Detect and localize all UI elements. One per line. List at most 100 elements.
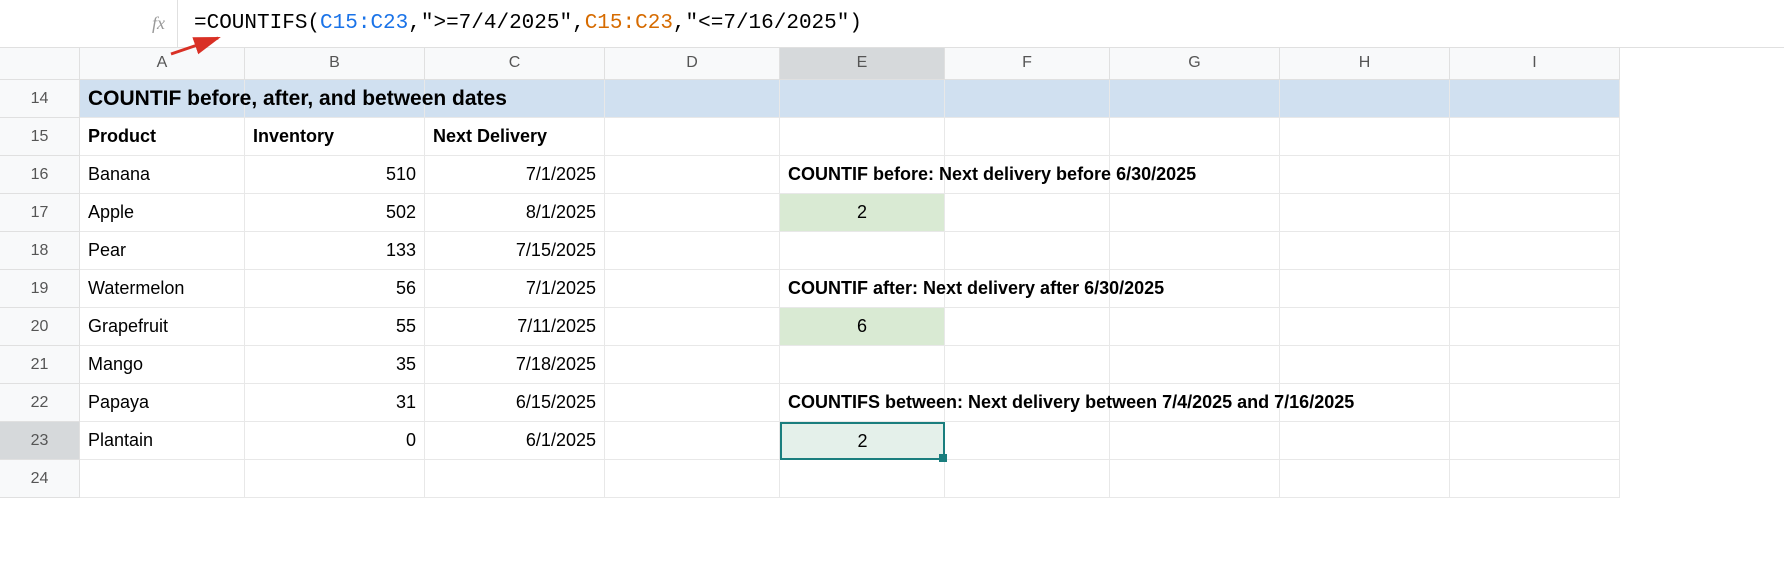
row-header-22[interactable]: 22 xyxy=(0,384,80,422)
cell-C24[interactable] xyxy=(425,460,605,498)
cell-F21[interactable] xyxy=(945,346,1110,384)
cell-I14[interactable] xyxy=(1450,80,1620,118)
col-header-G[interactable]: G xyxy=(1110,48,1280,80)
cell-I21[interactable] xyxy=(1450,346,1620,384)
cell-E17[interactable]: 2 xyxy=(780,194,945,232)
cell-E14[interactable] xyxy=(780,80,945,118)
row-header-17[interactable]: 17 xyxy=(0,194,80,232)
row-header-19[interactable]: 19 xyxy=(0,270,80,308)
cell-B18[interactable]: 133 xyxy=(245,232,425,270)
cell-A19[interactable]: Watermelon xyxy=(80,270,245,308)
row-header-14[interactable]: 14 xyxy=(0,80,80,118)
cell-H19[interactable] xyxy=(1280,270,1450,308)
row-header-23[interactable]: 23 xyxy=(0,422,80,460)
cell-F18[interactable] xyxy=(945,232,1110,270)
cell-F20[interactable] xyxy=(945,308,1110,346)
row-header-15[interactable]: 15 xyxy=(0,118,80,156)
cell-F24[interactable] xyxy=(945,460,1110,498)
cell-D14[interactable] xyxy=(605,80,780,118)
cell-A20[interactable]: Grapefruit xyxy=(80,308,245,346)
cell-A18[interactable]: Pear xyxy=(80,232,245,270)
cell-E15[interactable] xyxy=(780,118,945,156)
cell-C23[interactable]: 6/1/2025 xyxy=(425,422,605,460)
cell-A24[interactable] xyxy=(80,460,245,498)
cell-E18[interactable] xyxy=(780,232,945,270)
cell-B19[interactable]: 56 xyxy=(245,270,425,308)
col-header-A[interactable]: A xyxy=(80,48,245,80)
cell-F15[interactable] xyxy=(945,118,1110,156)
select-all-corner[interactable] xyxy=(0,48,80,80)
cell-E16[interactable]: COUNTIF before: Next delivery before 6/3… xyxy=(780,156,945,194)
cell-D22[interactable] xyxy=(605,384,780,422)
cell-I20[interactable] xyxy=(1450,308,1620,346)
cell-G17[interactable] xyxy=(1110,194,1280,232)
cell-E20[interactable]: 6 xyxy=(780,308,945,346)
cell-B16[interactable]: 510 xyxy=(245,156,425,194)
cell-I19[interactable] xyxy=(1450,270,1620,308)
col-header-I[interactable]: I xyxy=(1450,48,1620,80)
cell-C16[interactable]: 7/1/2025 xyxy=(425,156,605,194)
cell-C20[interactable]: 7/11/2025 xyxy=(425,308,605,346)
cell-D24[interactable] xyxy=(605,460,780,498)
cell-G23[interactable] xyxy=(1110,422,1280,460)
cell-E23[interactable]: 2 xyxy=(780,422,945,460)
cell-E22[interactable]: COUNTIFS between: Next delivery between … xyxy=(780,384,945,422)
cell-A23[interactable]: Plantain xyxy=(80,422,245,460)
cell-C21[interactable]: 7/18/2025 xyxy=(425,346,605,384)
row-header-20[interactable]: 20 xyxy=(0,308,80,346)
cell-D20[interactable] xyxy=(605,308,780,346)
cell-H18[interactable] xyxy=(1280,232,1450,270)
cell-B22[interactable]: 31 xyxy=(245,384,425,422)
cell-G20[interactable] xyxy=(1110,308,1280,346)
row-header-21[interactable]: 21 xyxy=(0,346,80,384)
cell-D16[interactable] xyxy=(605,156,780,194)
cell-C18[interactable]: 7/15/2025 xyxy=(425,232,605,270)
cell-A16[interactable]: Banana xyxy=(80,156,245,194)
cell-B23[interactable]: 0 xyxy=(245,422,425,460)
cell-G15[interactable] xyxy=(1110,118,1280,156)
cell-H17[interactable] xyxy=(1280,194,1450,232)
cell-A22[interactable]: Papaya xyxy=(80,384,245,422)
cell-A15[interactable]: Product xyxy=(80,118,245,156)
cell-B21[interactable]: 35 xyxy=(245,346,425,384)
col-header-D[interactable]: D xyxy=(605,48,780,80)
cell-C19[interactable]: 7/1/2025 xyxy=(425,270,605,308)
cell-E19[interactable]: COUNTIF after: Next delivery after 6/30/… xyxy=(780,270,945,308)
cell-B17[interactable]: 502 xyxy=(245,194,425,232)
cell-I17[interactable] xyxy=(1450,194,1620,232)
cell-C17[interactable]: 8/1/2025 xyxy=(425,194,605,232)
cell-H24[interactable] xyxy=(1280,460,1450,498)
cell-C22[interactable]: 6/15/2025 xyxy=(425,384,605,422)
cell-A21[interactable]: Mango xyxy=(80,346,245,384)
col-header-C[interactable]: C xyxy=(425,48,605,80)
spreadsheet-grid[interactable]: A B C D E F G H I 14 COUNTIF before, aft… xyxy=(0,48,1784,498)
cell-F17[interactable] xyxy=(945,194,1110,232)
cell-D15[interactable] xyxy=(605,118,780,156)
cell-I24[interactable] xyxy=(1450,460,1620,498)
cell-I18[interactable] xyxy=(1450,232,1620,270)
cell-I22[interactable] xyxy=(1450,384,1620,422)
cell-I23[interactable] xyxy=(1450,422,1620,460)
cell-H14[interactable] xyxy=(1280,80,1450,118)
cell-H15[interactable] xyxy=(1280,118,1450,156)
cell-D17[interactable] xyxy=(605,194,780,232)
cell-B20[interactable]: 55 xyxy=(245,308,425,346)
cell-G18[interactable] xyxy=(1110,232,1280,270)
cell-A14[interactable]: COUNTIF before, after, and between dates xyxy=(80,80,245,118)
col-header-F[interactable]: F xyxy=(945,48,1110,80)
cell-A17[interactable]: Apple xyxy=(80,194,245,232)
cell-I16[interactable] xyxy=(1450,156,1620,194)
cell-H23[interactable] xyxy=(1280,422,1450,460)
cell-G21[interactable] xyxy=(1110,346,1280,384)
col-header-H[interactable]: H xyxy=(1280,48,1450,80)
cell-D19[interactable] xyxy=(605,270,780,308)
cell-B15[interactable]: Inventory xyxy=(245,118,425,156)
cell-H21[interactable] xyxy=(1280,346,1450,384)
cell-D18[interactable] xyxy=(605,232,780,270)
cell-D23[interactable] xyxy=(605,422,780,460)
formula-input[interactable]: =COUNTIFS( C15:C23 , ">=7/4/2025" , C15:… xyxy=(178,12,862,35)
cell-H16[interactable] xyxy=(1280,156,1450,194)
cell-F23[interactable] xyxy=(945,422,1110,460)
cell-E21[interactable] xyxy=(780,346,945,384)
cell-F14[interactable] xyxy=(945,80,1110,118)
